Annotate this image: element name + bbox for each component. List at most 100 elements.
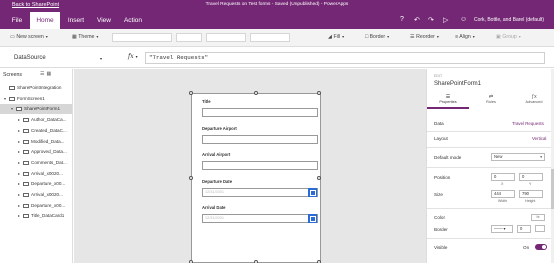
new-screen-button[interactable]: ▭ New screen ▾ [10,34,48,40]
chevron-right-icon[interactable]: ▸ [18,179,20,189]
tree-item[interactable]: ▾ FormScreen1 [0,94,72,104]
help-icon[interactable]: ? [400,16,404,23]
person-icon[interactable]: ☺ [460,16,467,23]
tree-item[interactable]: ▸ Author_DataCa... [0,115,72,125]
calendar-icon[interactable] [308,214,317,223]
chevron-right-icon[interactable]: ▸ [18,190,20,200]
formula-input[interactable]: "Travel Requests" [145,52,545,64]
font-select[interactable] [112,33,172,42]
position-x-input[interactable]: 0 [491,173,515,181]
date-picker[interactable]: 12/31/2001 [202,187,318,197]
tree-item-label: SharePointIntegration [17,85,62,90]
tree-item[interactable]: SharePointIntegration [0,83,72,93]
calendar-icon[interactable] [308,187,317,197]
border-width-input[interactable]: 0 [517,225,531,233]
resize-handle[interactable] [317,176,321,180]
visible-toggle[interactable] [535,244,547,250]
property-select[interactable]: DataSource ▾ [10,53,104,64]
chevron-right-icon[interactable]: ▸ [18,137,20,147]
position-y-input[interactable]: 0 [519,173,543,181]
properties-panel: EDIT SharePointForm1 ☰ Properties ⇄ Rule… [426,69,554,263]
width-input[interactable]: 444 [491,190,515,198]
width-label: Width [498,199,508,203]
chevron-down-icon[interactable]: ▾ [11,104,13,114]
tree-item[interactable]: ▸ Modified_Data... [0,137,72,147]
tree-item[interactable]: ▸ Approved_Data... [0,147,72,157]
tree-item[interactable]: ▸ Arrival_x0020... [0,190,72,200]
redo-icon[interactable]: ↷ [428,16,434,24]
border-style-select[interactable]: —— ▾ [491,225,513,233]
tree-item-label: Author_DataCa... [31,117,67,123]
text-input[interactable] [202,161,318,170]
date-picker[interactable]: 12/31/2001 [202,214,318,223]
tree-item[interactable]: ▸ Departure_x00... [0,201,72,211]
chevron-down-icon[interactable]: ▾ [4,94,6,104]
new-screen-label: New screen [16,34,44,40]
tab-rules-label: Rules [486,100,496,104]
color-fx-button[interactable]: fx [531,214,545,221]
tree-item[interactable]: ▾ SharePointForm1 [0,104,72,115]
tree-item[interactable]: ▸ Created_DataC... [0,126,72,136]
font-weight-select[interactable] [206,33,246,42]
sharepoint-form[interactable]: Title Departure Airport Arrival Airport Dep… [189,91,321,263]
font-size-select[interactable] [176,33,202,42]
tree-item[interactable]: ▸ Arrival_x0020... [0,169,72,179]
tree-item[interactable]: ▸ Departure_x00... [0,179,72,189]
border-label: Border [369,34,386,40]
tree-item-label: Departure_x00... [31,181,66,187]
field-label: Departure Date [202,178,233,184]
chevron-right-icon[interactable]: ▸ [18,201,20,211]
tree-item-label: Departure_x00... [31,202,66,208]
group-icon: ▣ [496,34,501,40]
tab-properties[interactable]: ☰ Properties [427,92,469,109]
tab-rules[interactable]: ⇄ Rules [470,92,512,109]
theme-button[interactable]: ▦ Theme ▾ [72,34,98,40]
tab-action[interactable]: Action [118,12,148,29]
resize-handle[interactable] [254,91,258,95]
text-input[interactable] [202,134,318,144]
align-label: Align [459,34,471,40]
fill-button[interactable]: ◢ Fill ▾ [328,34,344,40]
field-label: Arrival Airport [202,152,231,157]
layout-value[interactable]: Vertical [532,136,546,141]
border-button[interactable]: □ Border ▾ [365,34,389,40]
chevron-right-icon[interactable]: ▸ [18,147,20,157]
resize-handle[interactable] [189,176,193,180]
field-label: Arrival Date [202,205,226,210]
chevron-right-icon[interactable]: ▸ [18,169,20,179]
tab-home[interactable]: Home [30,12,60,29]
ribbon: ▭ New screen ▾ ▦ Theme ▾ ◢ Fill ▾ □ Border ▾… [0,29,554,47]
chevron-right-icon[interactable]: ▸ [18,126,20,136]
chevron-right-icon[interactable]: ▸ [18,115,20,125]
text-input[interactable] [202,108,318,117]
run-icon[interactable]: ▷ [443,16,448,24]
border-label: Border [434,227,448,232]
default-mode-select[interactable]: New ▾ [491,153,545,161]
text-format-group[interactable] [250,33,290,42]
control-name[interactable]: SharePointForm1 [434,81,481,87]
border-color-swatch[interactable] [535,225,545,232]
fx-button[interactable]: fx ▾ [128,53,138,60]
environment-label[interactable]: Cork, Bottle, and Barel (default) [474,17,544,23]
undo-icon[interactable]: ↶ [414,16,420,24]
resize-handle[interactable] [317,91,321,95]
panel-view-icons[interactable]: ☰▦ [40,71,53,77]
tree-item[interactable]: ▸ Title_DataCard1 [0,211,72,221]
resize-handle[interactable] [189,91,193,95]
height-input[interactable]: 790 [519,190,543,198]
tab-advanced[interactable]: ƒx Advanced [513,92,554,109]
group-button[interactable]: ▣ Group ▾ [496,34,521,40]
align-button[interactable]: ≡ Align ▾ [455,34,475,40]
tab-file[interactable]: File [6,12,28,29]
screen-icon [9,96,15,101]
input-placeholder: 12/31/2001 [205,216,225,220]
data-source-value[interactable]: Travel Requests [512,121,544,126]
chevron-right-icon[interactable]: ▸ [18,211,20,221]
reorder-button[interactable]: ☰ Reorder ▾ [410,34,439,40]
fill-label: Fill [333,34,341,40]
tab-insert[interactable]: Insert [62,12,90,29]
chevron-right-icon[interactable]: ▸ [18,158,20,168]
tree-item[interactable]: ▸ Comments_Dat... [0,158,72,168]
tab-view[interactable]: View [92,12,116,29]
layout-label: Layout [434,136,448,141]
